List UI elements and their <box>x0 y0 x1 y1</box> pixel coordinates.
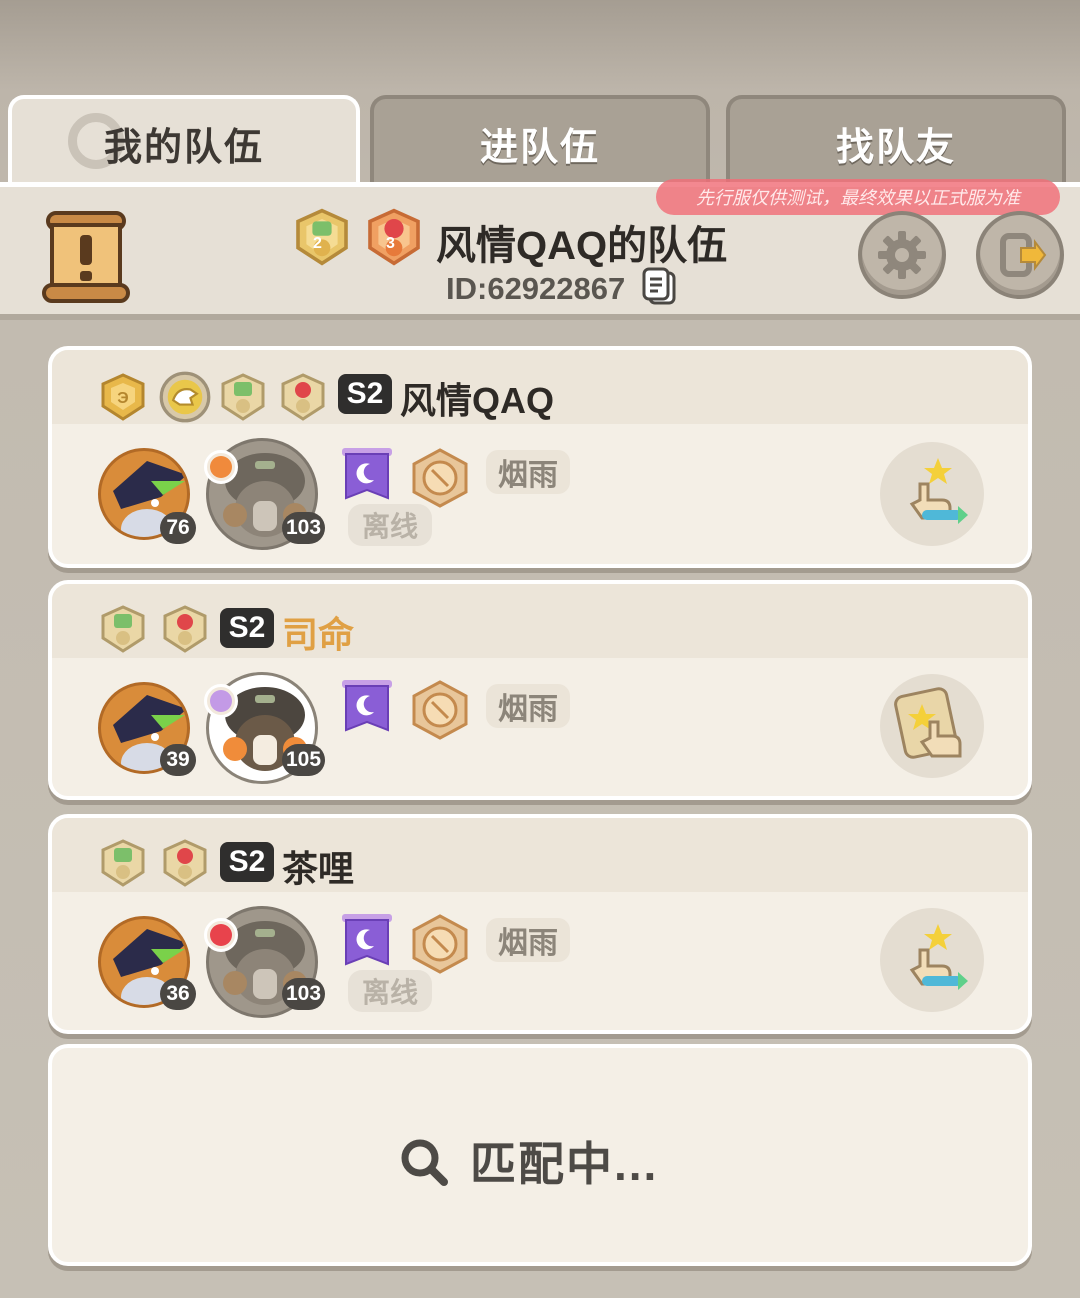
rank-badge-2-number: 2 <box>313 235 322 252</box>
exit-door-icon <box>1000 233 1047 277</box>
guild-name: 烟雨 <box>486 684 570 728</box>
guild-emblem-icon <box>412 448 468 508</box>
pet-type-dot-icon <box>204 450 238 484</box>
rank-badge-2-icon <box>296 208 348 266</box>
rank-badge-3-number: 3 <box>386 235 395 252</box>
exit-team-button[interactable] <box>976 211 1064 299</box>
rank-badge-3-icon <box>163 605 207 653</box>
tab-my-team[interactable]: 我的队伍 <box>8 95 360 187</box>
copy-id-icon[interactable] <box>640 267 680 307</box>
pet-level: 39 <box>160 744 196 776</box>
guild-name: 烟雨 <box>486 918 570 962</box>
card-pointer-icon <box>894 687 962 759</box>
season-tag: S2 <box>220 608 274 648</box>
guild-flag-icon <box>342 914 392 966</box>
trainer-level: 105 <box>282 744 326 776</box>
pet-level: 36 <box>160 978 196 1010</box>
member-name: 茶哩 <box>282 848 355 889</box>
view-card-button[interactable] <box>880 674 984 778</box>
trainer-level: 103 <box>282 978 326 1010</box>
rank-badge-3-icon <box>281 373 325 421</box>
season-tag: S2 <box>338 374 392 414</box>
guild-flag-icon <box>342 680 392 732</box>
season-tag: S2 <box>220 842 274 882</box>
swap-button[interactable] <box>880 442 984 546</box>
swap-pointer-icon <box>909 924 968 990</box>
rank-badge-1-icon <box>101 839 145 887</box>
tab-join-team[interactable]: 进队伍 <box>370 95 710 187</box>
team-id: ID:62922867 <box>446 271 626 306</box>
team-title: 风情QAQ的队伍 <box>436 224 728 268</box>
guild-flag-icon <box>342 448 392 500</box>
pet-type-dot-icon <box>204 918 238 952</box>
search-icon <box>401 1139 448 1186</box>
report-scroll-icon[interactable] <box>40 209 132 305</box>
member-name: 司命 <box>282 614 355 655</box>
member-card: S2 茶哩 36 103 烟雨 离线 <box>48 814 1032 1034</box>
pet-level: 76 <box>160 512 196 544</box>
member-card: S2 司命 39 105 烟雨 <box>48 580 1032 800</box>
tab-join-team-label: 进队伍 <box>479 126 600 169</box>
guild-name: 烟雨 <box>486 450 570 494</box>
swap-button[interactable] <box>880 908 984 1012</box>
rank-badge-3-icon <box>163 839 207 887</box>
matching-status: 匹配中... <box>470 1138 659 1190</box>
member-name: 风情QAQ <box>400 380 555 421</box>
guild-emblem-icon <box>412 914 468 974</box>
status-offline: 离线 <box>348 970 433 1012</box>
gear-icon <box>878 231 926 279</box>
rank-badge-1-icon <box>221 373 265 421</box>
tab-find-teammate[interactable]: 找队友 <box>726 95 1066 187</box>
test-server-notice: 先行服仅供测试，最终效果以正式服为准 <box>656 179 1060 215</box>
svg-text:Э: Э <box>117 390 128 407</box>
team-header: 先行服仅供测试，最终效果以正式服为准 2 3 风情QAQ的队伍 ID:62922… <box>0 179 1080 320</box>
pet-type-dot-icon <box>204 684 238 718</box>
tab-my-team-label: 我的队伍 <box>103 126 264 169</box>
member-card: Э S2 风情QAQ 76 103 烟雨 离线 <box>48 346 1032 568</box>
trainer-level: 103 <box>282 512 326 544</box>
dino-badge-icon <box>159 371 211 423</box>
rank-badge-1-icon <box>101 605 145 653</box>
swap-pointer-icon <box>909 458 968 524</box>
guild-emblem-icon <box>412 680 468 740</box>
status-offline: 离线 <box>348 504 433 546</box>
settings-button[interactable] <box>858 211 946 299</box>
shield-badge-icon: Э <box>101 373 145 421</box>
tab-find-teammate-label: 找队友 <box>835 126 956 169</box>
